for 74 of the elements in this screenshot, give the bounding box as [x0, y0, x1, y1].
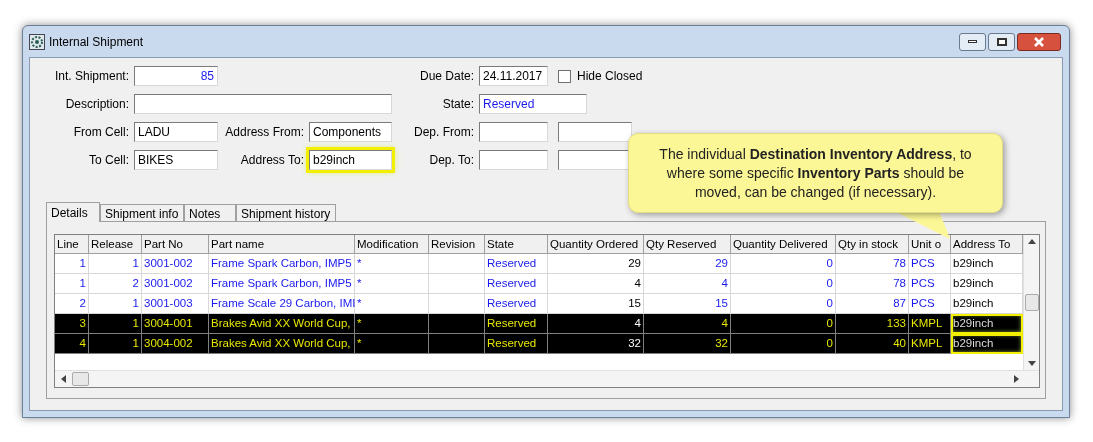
- gears-icon: [29, 33, 45, 50]
- input-field[interactable]: Reserved: [479, 94, 587, 114]
- table-cell: b29inch: [951, 334, 1023, 354]
- field-label: To Cell:: [88, 152, 130, 169]
- scroll-left-icon[interactable]: [61, 375, 66, 383]
- close-icon: [1034, 36, 1044, 47]
- vertical-scrollbar[interactable]: [1023, 235, 1039, 370]
- table-cell: *: [355, 334, 429, 354]
- column-header[interactable]: Part No: [142, 235, 209, 254]
- column-header[interactable]: Qty Reserved: [644, 235, 731, 254]
- table-cell: 40: [836, 334, 909, 354]
- scroll-thumb[interactable]: [1024, 294, 1039, 311]
- table-row[interactable]: 1 1 3001-002 Frame Spark Carbon, IMP5 * Reserved 29 29 0 78 PCS b29inch: [55, 254, 1023, 274]
- field-label: Address To:: [239, 152, 305, 169]
- field-label: From Cell:: [72, 124, 130, 141]
- input-field[interactable]: b29inch: [309, 150, 392, 170]
- input-field[interactable]: [134, 94, 392, 114]
- table-cell: 1: [89, 334, 142, 354]
- close-button[interactable]: [1017, 32, 1061, 51]
- table-cell: 0: [731, 334, 836, 354]
- maximize-button[interactable]: [988, 32, 1015, 51]
- input-field[interactable]: [479, 122, 548, 142]
- scroll-thumb[interactable]: [72, 372, 89, 386]
- horizontal-scrollbar[interactable]: [55, 370, 1039, 387]
- column-header[interactable]: Quantity Ordered: [548, 235, 644, 254]
- column-header[interactable]: Qty in stock: [836, 235, 909, 254]
- input-field[interactable]: [558, 122, 632, 142]
- field-label: Dep. To:: [428, 152, 475, 169]
- minimize-button[interactable]: [959, 32, 986, 51]
- field-label: Int. Shipment:: [53, 68, 130, 85]
- table-cell: 4: [55, 334, 89, 354]
- table-row[interactable]: 3 1 3004-001 Brakes Avid XX World Cup, * Reserved 4 4 0 133 KMPL b29inch: [55, 314, 1023, 334]
- table-row[interactable]: 1 2 3001-002 Frame Spark Carbon, IMP5 * Reserved 4 4 0 78 PCS b29inch: [55, 274, 1023, 294]
- scroll-up-icon[interactable]: [1027, 239, 1036, 244]
- input-field[interactable]: LADU: [134, 122, 218, 142]
- column-header[interactable]: Modification: [355, 235, 429, 254]
- input-field[interactable]: BIKES: [134, 150, 218, 170]
- table-row[interactable]: 2 1 3001-003 Frame Scale 29 Carbon, IMI* Reserved 15 15 0 87 PCS b29inch: [55, 294, 1023, 314]
- field-label: Dep. From:: [413, 124, 475, 141]
- column-header[interactable]: Line: [55, 235, 89, 254]
- input-field[interactable]: 24.11.2017: [479, 66, 548, 86]
- field-label: Due Date:: [418, 68, 475, 85]
- table-cell: 32: [548, 334, 644, 354]
- input-field[interactable]: 85: [134, 66, 218, 86]
- input-field[interactable]: [479, 150, 548, 170]
- column-header[interactable]: Address To: [951, 235, 1023, 254]
- table-row[interactable]: 4 1 3004-002 Brakes Avid XX World Cup, * Reserved 32 32 0 40 KMPL b29inch: [55, 334, 1023, 354]
- table-cell: Reserved: [485, 334, 548, 354]
- tab[interactable]: Shipment history: [236, 204, 336, 221]
- table-cell: [429, 334, 485, 354]
- checkbox[interactable]: [558, 69, 571, 83]
- table-cell: b29inch: [951, 314, 1023, 334]
- window-title: Internal Shipment: [49, 33, 144, 51]
- table-cell: 32: [644, 334, 731, 354]
- checkbox-label: Hide Closed: [577, 68, 643, 85]
- column-header[interactable]: Revision: [429, 235, 485, 254]
- callout-text: The individual Destination Inventory Address, to where some specific Inventory Parts should be moved, can be changed (if necessary).: [658, 144, 973, 202]
- input-field[interactable]: Components: [309, 122, 392, 142]
- column-header[interactable]: Part name: [209, 235, 355, 254]
- scroll-down-icon[interactable]: [1027, 361, 1036, 366]
- column-header[interactable]: Release: [89, 235, 142, 254]
- field-label: Address From:: [224, 124, 305, 141]
- scroll-right-icon[interactable]: [1014, 375, 1019, 383]
- tab[interactable]: Shipment info: [100, 204, 184, 221]
- field-label: Description:: [64, 96, 130, 113]
- column-header[interactable]: Quantity Delivered: [731, 235, 836, 254]
- column-header[interactable]: State: [485, 235, 548, 254]
- table-cell: 3004-002: [142, 334, 209, 354]
- tab[interactable]: Details: [46, 202, 100, 222]
- tab[interactable]: Notes: [184, 204, 236, 221]
- field-label: State:: [441, 96, 475, 113]
- table-cell: KMPL: [909, 334, 951, 354]
- column-header[interactable]: Unit o: [909, 235, 951, 254]
- table-cell: Brakes Avid XX World Cup,: [209, 334, 355, 354]
